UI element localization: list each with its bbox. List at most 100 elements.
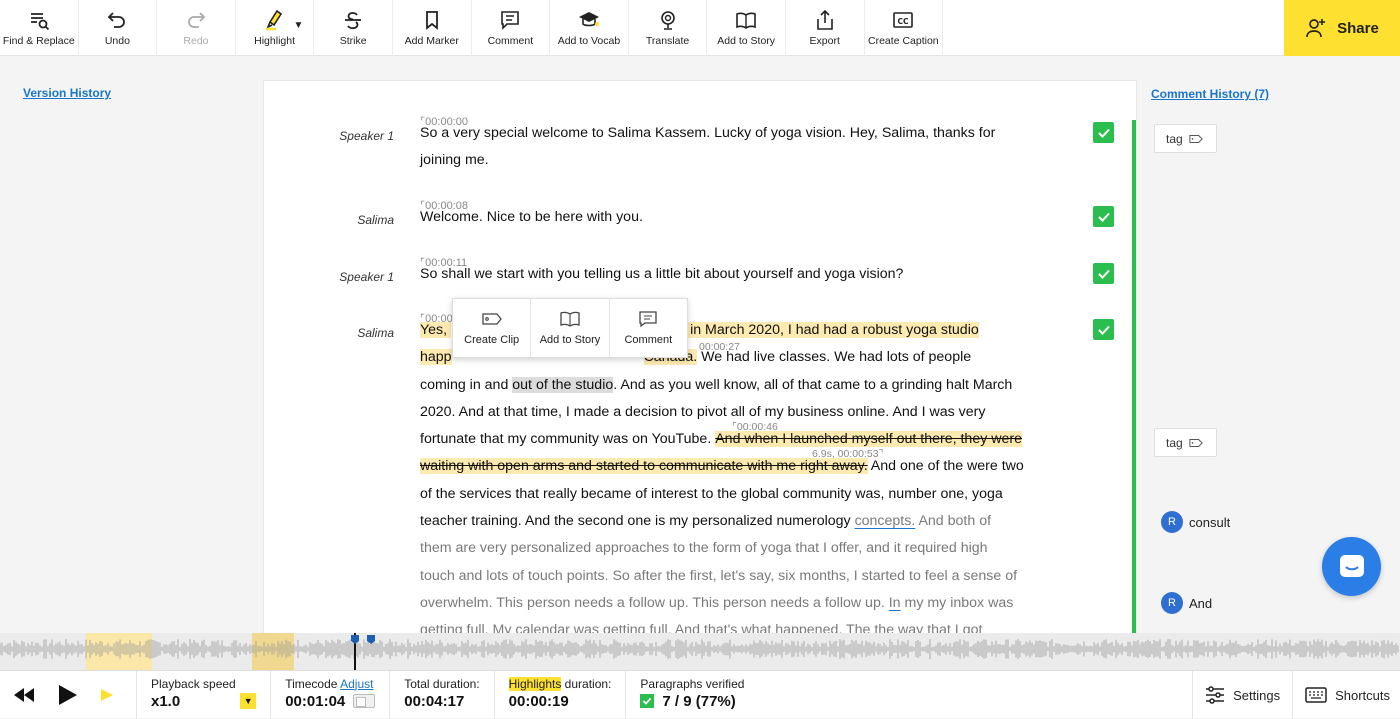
add-marker-button[interactable]: Add Marker xyxy=(393,0,472,56)
speaker-label[interactable]: Speaker 1 xyxy=(264,129,394,143)
playback-speed-value: x1.0 xyxy=(151,692,181,710)
sliders-icon xyxy=(1206,686,1225,704)
redo-icon xyxy=(185,9,207,31)
paragraphs-verified-value: 7 / 9 (77%) xyxy=(662,692,736,710)
text-span: teacher training. And the second one is … xyxy=(420,513,855,530)
paragraph-text[interactable]: So shall we start with you telling us a … xyxy=(420,261,1070,288)
verified-checkbox[interactable] xyxy=(1093,263,1114,284)
text-line: So a very special welcome to Salima Kass… xyxy=(420,125,996,141)
text-line: So shall we start with you telling us a … xyxy=(420,266,904,282)
closed-caption-icon: CC xyxy=(892,9,914,31)
comment-history-link[interactable]: Comment History (7) xyxy=(1151,87,1269,101)
paragraph-text[interactable]: Yes, s in March 2020, I had had a robust… xyxy=(420,317,1070,639)
bookmark-icon xyxy=(421,9,443,31)
add-to-story-label: Add to Story xyxy=(717,35,776,47)
create-clip-button[interactable]: Create Clip xyxy=(453,299,532,357)
add-to-vocab-label: Add to Vocab xyxy=(557,35,621,47)
create-caption-button[interactable]: CC Create Caption xyxy=(865,0,944,56)
selected-text[interactable]: out of the studio xyxy=(512,376,614,393)
check-icon xyxy=(1097,269,1110,279)
comment-icon xyxy=(499,9,521,31)
translate-button[interactable]: Translate xyxy=(629,0,708,56)
tag-icon xyxy=(1189,438,1203,447)
speaker-label[interactable]: Salima xyxy=(264,213,394,227)
commented-word[interactable]: concepts. xyxy=(855,513,916,529)
forward-icon[interactable] xyxy=(100,688,114,702)
highlight-button[interactable]: Highlight ▼ xyxy=(236,0,315,56)
find-replace-button[interactable]: Find & Replace xyxy=(0,0,79,56)
highlighted-text: Yes, xyxy=(420,322,452,338)
comment-item[interactable]: R consult xyxy=(1161,511,1230,533)
verified-checkbox[interactable] xyxy=(1093,319,1114,340)
redo-button[interactable]: Redo xyxy=(157,0,236,56)
speaker-label[interactable]: Speaker 1 xyxy=(264,270,394,284)
timecode-toggle[interactable] xyxy=(353,694,376,708)
highlights-label: Highlights xyxy=(508,676,562,691)
text-line: overwhelm. This person needs a follow up… xyxy=(420,590,1070,617)
tag-icon xyxy=(482,313,502,325)
total-duration-value: 00:04:17 xyxy=(404,692,465,710)
text-span: fortunate that my community was on YouTu… xyxy=(420,431,716,448)
paragraph-text[interactable]: Welcome. Nice to be here with you. xyxy=(420,204,1070,231)
tag-chip[interactable]: tag xyxy=(1154,428,1217,457)
undo-button[interactable]: Undo xyxy=(79,0,158,56)
add-to-story-button[interactable]: Add to Story xyxy=(707,0,786,56)
check-icon xyxy=(1097,212,1110,222)
playback-bar: Playback speed x1.0 ▼ Timecode Adjust 00:… xyxy=(0,670,1400,719)
highlighter-icon xyxy=(264,9,286,31)
add-to-vocab-button[interactable]: Add to Vocab xyxy=(550,0,629,56)
comment-text: And xyxy=(1189,595,1213,611)
strikethrough-icon xyxy=(342,9,364,31)
speaker-label[interactable]: Salima xyxy=(264,326,394,340)
popup-add-to-story-button[interactable]: Add to Story xyxy=(531,299,610,357)
play-icon[interactable] xyxy=(56,684,78,706)
rewind-icon[interactable] xyxy=(14,687,34,702)
struck-text[interactable]: waiting with open arms and started to co… xyxy=(420,458,868,475)
comment-text: consult xyxy=(1189,514,1231,530)
playback-speed-label: Playback speed xyxy=(151,676,236,691)
strike-label: Strike xyxy=(339,35,367,47)
undo-label: Undo xyxy=(104,35,130,47)
settings-button[interactable]: Settings xyxy=(1192,671,1292,719)
verified-progress-bar xyxy=(1132,120,1136,636)
undo-icon xyxy=(106,9,128,31)
audio-waveform[interactable] xyxy=(0,633,1400,670)
translate-icon xyxy=(657,9,679,31)
svg-text:CC: CC xyxy=(898,17,910,26)
find-replace-label: Find & Replace xyxy=(2,35,75,47)
shortcuts-button[interactable]: Shortcuts xyxy=(1292,671,1400,719)
waveform-graphic xyxy=(0,633,1399,670)
verified-checkbox[interactable] xyxy=(1093,122,1114,143)
comment-item[interactable]: R And xyxy=(1161,592,1212,614)
tag-label: tag xyxy=(1166,435,1183,450)
commented-word[interactable]: In xyxy=(889,595,901,611)
timecode-section: Timecode Adjust 00:01:04 xyxy=(271,670,391,719)
avatar: R xyxy=(1161,511,1183,533)
total-duration-section: Total duration: 00:04:17 xyxy=(390,670,495,719)
version-history-link[interactable]: Version History xyxy=(23,86,111,100)
add-user-icon xyxy=(1306,19,1326,38)
chevron-down-icon[interactable]: ▼ xyxy=(293,20,303,31)
paragraph-text[interactable]: So a very special welcome to Salima Kass… xyxy=(420,120,1070,175)
strike-button[interactable]: Strike xyxy=(314,0,393,56)
chat-launcher-button[interactable] xyxy=(1322,537,1381,596)
comment-label: Comment xyxy=(487,35,534,47)
comment-label: Comment xyxy=(624,334,673,346)
graduation-cap-icon xyxy=(578,9,600,31)
shortcuts-label: Shortcuts xyxy=(1335,687,1390,703)
popup-comment-button[interactable]: Comment xyxy=(610,299,687,357)
verified-checkbox[interactable] xyxy=(1093,206,1114,227)
tag-chip[interactable]: tag xyxy=(1154,124,1217,153)
share-button[interactable]: Share xyxy=(1284,0,1400,56)
chevron-down-icon[interactable]: ▼ xyxy=(240,693,257,709)
export-button[interactable]: Export xyxy=(786,0,865,56)
avatar: R xyxy=(1161,592,1183,614)
comment-button[interactable]: Comment xyxy=(472,0,551,56)
text-line: touch and lots of touch points. So after… xyxy=(420,567,1018,584)
playback-speed-section[interactable]: Playback speed x1.0 ▼ xyxy=(137,670,272,719)
text-span: my my inbox was xyxy=(900,594,1014,611)
book-icon xyxy=(560,311,580,327)
settings-label: Settings xyxy=(1233,687,1281,703)
highlighted-text: s in March 2020, I had had a robust yoga… xyxy=(679,322,979,338)
adjust-link[interactable]: Adjust xyxy=(340,677,373,691)
